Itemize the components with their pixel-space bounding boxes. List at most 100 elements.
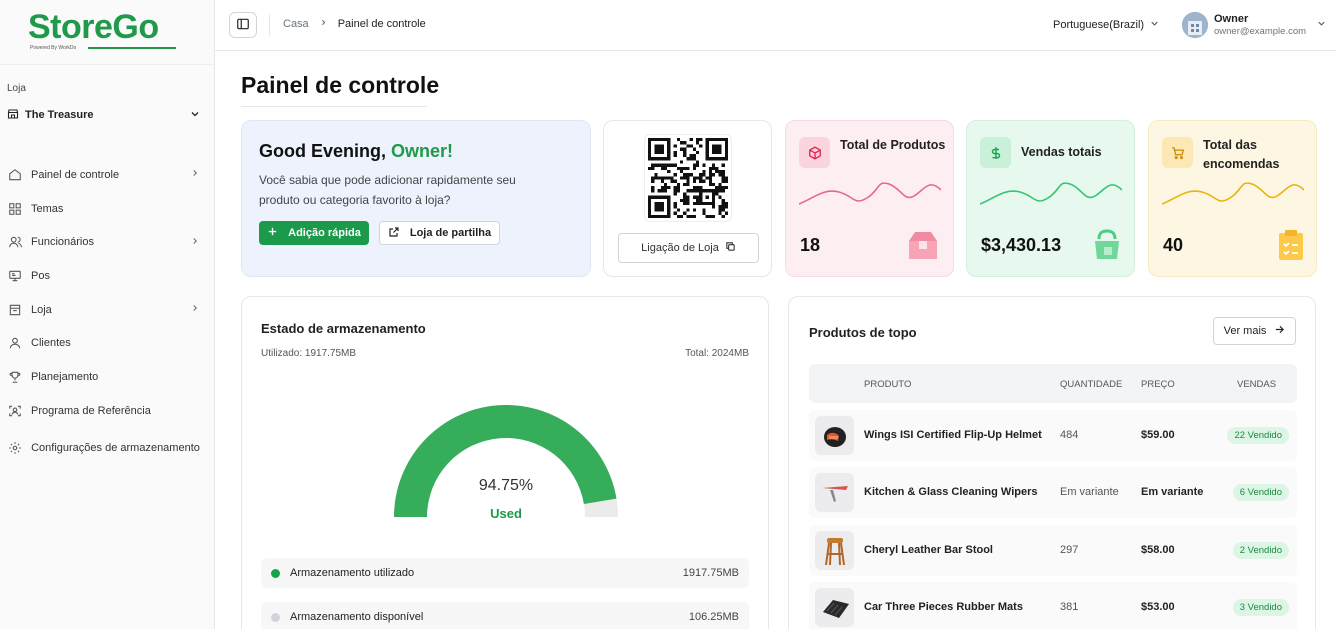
sidebar-item-customers[interactable]: Clientes [0,326,214,360]
chevron-down-icon[interactable] [1316,18,1327,32]
product-thumbnail [815,531,854,570]
product-thumbnail [815,473,854,512]
greeting-name: Owner! [391,141,454,161]
sidebar-item-dashboard[interactable]: Painel de controle [0,158,214,192]
header-divider [269,14,270,36]
see-more-button[interactable]: Ver mais [1213,317,1296,345]
logo-area: StoreGo Powered By WorkDo [0,0,214,65]
product-name: Kitchen & Glass Cleaning Wipers [864,486,1038,498]
table-row[interactable]: Cheryl Leather Bar Stool 297 $58.00 2 Ve… [809,525,1297,576]
sales-badge: 6 Vendido [1232,484,1289,501]
chevron-down-icon [189,108,201,123]
product-price: $59.00 [1141,429,1175,441]
storage-title: Estado de armazenamento [261,321,426,336]
qr-code [644,134,732,222]
storage-total-label: Total: 2024MB [685,348,749,359]
gear-icon [7,440,23,456]
sidebar-nav: Painel de controle Temas Funcionários Po… [0,158,214,468]
qr-card: Ligação de Loja [603,120,772,277]
shopping-bag-icon [1092,229,1122,264]
sidebar-item-label: Temas [31,202,64,215]
column-header: VENDAS [1237,379,1277,390]
table-row[interactable]: Wings ISI Certified Flip-Up Helmet 484 $… [809,410,1297,461]
store-icon [7,302,23,318]
quick-add-label: Adição rápida [288,227,361,239]
sidebar-item-label: Programa de Referência [31,404,151,417]
chevron-right-icon [319,18,328,30]
legend-dot [271,568,280,578]
breadcrumb-home[interactable]: Casa [283,18,309,30]
copy-icon [725,241,736,255]
product-quantity: 484 [1060,429,1079,441]
column-header: PRODUTO [864,379,912,390]
sidebar-item-store[interactable]: Loja [0,293,214,327]
greeting-heading: Good Evening, Owner! [259,141,453,162]
sparkline [980,182,1122,205]
clipboard-check-icon [1278,229,1304,264]
sidebar-item-label: Painel de controle [31,168,120,181]
referral-icon [7,403,23,419]
language-label: Portuguese(Brazil) [1053,19,1145,31]
logo-underline [88,47,176,49]
product-price: Em variante [1141,486,1204,498]
stat-title: Vendas totais [1021,145,1102,159]
stat-value: $3,430.13 [981,235,1062,255]
user-email: owner@example.com [1214,26,1307,37]
sidebar: StoreGo Powered By WorkDo Loja The Treas… [0,0,215,629]
sidebar-item-themes[interactable]: Temas [0,192,214,226]
sidebar-item-label: Pos [31,269,50,282]
sidebar-toggle-button[interactable] [229,12,257,38]
gauge-fill [394,405,617,517]
stat-card-orders[interactable]: Total das encomendas 40 [1148,120,1317,277]
table-header: PRODUTO QUANTIDADE PREÇO VENDAS [809,364,1297,403]
chevron-right-icon [190,303,200,316]
stat-title: Total de Produtos [840,138,946,152]
storage-percent: 94.75% [478,477,534,494]
legend-value: 106.25MB [688,611,739,623]
store-icon [7,108,19,123]
stat-card-products[interactable]: Total de Produtos 18 [785,120,954,277]
sidebar-item-pos[interactable]: Pos [0,259,214,293]
sidebar-item-plans[interactable]: Planejamento [0,360,214,394]
product-thumbnail [815,416,854,455]
product-name: Car Three Pieces Rubber Mats [864,601,1023,613]
dollar-icon [980,137,1011,168]
see-more-label: Ver mais [1223,325,1267,337]
storage-used-caption: Used [490,506,522,521]
arrow-right-icon [1274,324,1285,338]
pos-icon [7,268,23,284]
product-price: $58.00 [1141,544,1175,556]
legend-value: 1917.75MB [682,567,739,579]
product-name: Wings ISI Certified Flip-Up Helmet [864,429,1042,441]
brand-tagline: Powered By WorkDo [30,45,77,51]
store-selector[interactable]: The Treasure [7,106,201,124]
chevron-down-icon [1149,18,1160,32]
dashboard-icon [7,167,23,183]
share-store-label: Loja de partilha [409,227,492,239]
stat-card-sales[interactable]: Vendas totais $3,430.13 [966,120,1135,277]
sidebar-item-storage-settings[interactable]: Configurações de armazenamento [0,428,214,468]
user-menu[interactable]: Owner owner@example.com [1214,13,1306,37]
quick-add-button[interactable]: Adição rápida [259,221,369,245]
product-thumbnail [815,588,854,627]
language-selector[interactable]: Portuguese(Brazil) [1053,18,1160,32]
share-store-button[interactable]: Loja de partilha [379,221,500,245]
sidebar-item-referral[interactable]: Programa de Referência [0,394,214,428]
greeting-text: Você sabia que pode adicionar rapidament… [259,173,516,207]
product-name: Cheryl Leather Bar Stool [864,544,993,556]
top-products-title: Produtos de topo [809,325,917,340]
avatar[interactable] [1182,12,1208,38]
storage-used-label: Utilizado: 1917.75MB [261,348,357,359]
product-quantity: Em variante [1060,486,1119,498]
table-row[interactable]: Kitchen & Glass Cleaning Wipers Em varia… [809,467,1297,518]
legend-label: Armazenamento disponível [290,611,424,623]
brand-logo[interactable]: StoreGo [28,10,159,44]
legend-dot [271,612,280,622]
user-icon [7,335,23,351]
sidebar-item-staff[interactable]: Funcionários [0,225,214,259]
table-row[interactable]: Car Three Pieces Rubber Mats 381 $53.00 … [809,582,1297,629]
sales-badge: 22 Vendido [1227,427,1289,444]
sidebar-item-label: Planejamento [31,370,99,383]
stat-value: 18 [800,235,821,255]
store-link-button[interactable]: Ligação de Loja [618,233,759,263]
